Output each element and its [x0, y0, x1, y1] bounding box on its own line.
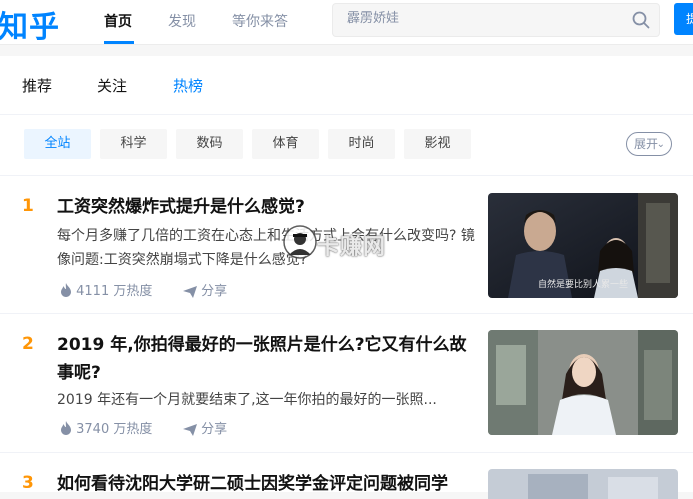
hot-list-card: 推荐 关注 热榜 全站 科学 数码 体育 时尚 影视 展开 ⌄ 1 工资突然爆炸… [0, 56, 693, 499]
nav-active-indicator [104, 41, 134, 44]
flame-icon [61, 420, 71, 435]
question-title[interactable]: 2019 年,你拍得最好的一张照片是什么?它又有什么故事呢? [57, 331, 477, 387]
hot-list-item[interactable]: 1 工资突然爆炸式提升是什么感觉? 每个月多赚了几倍的工资在心态上和生活方式上会… [0, 176, 693, 314]
question-excerpt[interactable]: 每个月多赚了几倍的工资在心态上和生活方式上会有什么改变吗? 镜像问题:工资突然崩… [57, 224, 477, 272]
chip-sports[interactable]: 体育 [252, 129, 319, 159]
rank-number: 3 [22, 473, 34, 493]
nav-discover[interactable]: 发现 [168, 11, 196, 31]
hot-list-item[interactable]: 3 如何看待沈阳大学研二硕士因奖学金评定问题被同学 [0, 453, 693, 499]
question-title[interactable]: 工资突然爆炸式提升是什么感觉? [57, 193, 477, 221]
tab-hot[interactable]: 热榜 [173, 75, 203, 96]
expand-label: 展开 [634, 137, 659, 151]
thumbnail-caption: 自然是要比别人累一些 [537, 280, 628, 290]
tab-following[interactable]: 关注 [97, 75, 127, 96]
share-icon [183, 285, 197, 298]
heat-text: 3740 万热度 [76, 422, 153, 437]
share-label: 分享 [201, 422, 228, 437]
heat-meta: 4111 万热度 [60, 280, 152, 299]
chip-digital[interactable]: 数码 [176, 129, 243, 159]
question-thumbnail[interactable] [488, 469, 678, 499]
search-icon[interactable] [631, 10, 651, 30]
search-input[interactable] [345, 10, 619, 27]
question-thumbnail[interactable]: 自然是要比别人累一些 [488, 193, 678, 298]
nav-home[interactable]: 首页 [104, 11, 132, 31]
top-bar: 知乎 首页 发现 等你来答 提 [0, 0, 693, 45]
rank-number: 2 [22, 334, 34, 354]
photo-thumbnail-image [488, 469, 678, 499]
question-excerpt[interactable]: 2019 年还有一个月就要结束了,这一年你拍的最好的一张照... [57, 388, 477, 412]
heat-text: 4111 万热度 [76, 284, 153, 299]
zhihu-logo[interactable]: 知乎 [0, 2, 60, 46]
chip-fashion[interactable]: 时尚 [328, 129, 395, 159]
chevron-down-icon: ⌄ [656, 139, 665, 150]
nav-waiting-answers[interactable]: 等你来答 [232, 11, 288, 31]
share-icon [183, 423, 197, 436]
feed-tabs: 推荐 关注 热榜 [0, 56, 693, 115]
share-button[interactable]: 分享 [183, 418, 227, 437]
tab-recommend[interactable]: 推荐 [22, 75, 52, 96]
search-box [332, 3, 660, 37]
share-button[interactable]: 分享 [183, 280, 227, 299]
question-title[interactable]: 如何看待沈阳大学研二硕士因奖学金评定问题被同学 [57, 470, 477, 498]
chip-all[interactable]: 全站 [24, 129, 91, 159]
rank-number: 1 [22, 196, 34, 216]
ask-question-button[interactable]: 提 [674, 3, 693, 35]
photo-girl-image [488, 330, 678, 435]
question-thumbnail[interactable] [488, 330, 678, 435]
chip-film[interactable]: 影视 [404, 129, 471, 159]
expand-button[interactable]: 展开 ⌄ [626, 132, 672, 156]
hot-list-item[interactable]: 2 2019 年,你拍得最好的一张照片是什么?它又有什么故事呢? 2019 年还… [0, 314, 693, 453]
heat-meta: 3740 万热度 [60, 418, 152, 437]
flame-icon [61, 282, 71, 297]
category-filter: 全站 科学 数码 体育 时尚 影视 展开 ⌄ [0, 115, 693, 176]
chip-science[interactable]: 科学 [100, 129, 167, 159]
share-label: 分享 [201, 284, 228, 299]
